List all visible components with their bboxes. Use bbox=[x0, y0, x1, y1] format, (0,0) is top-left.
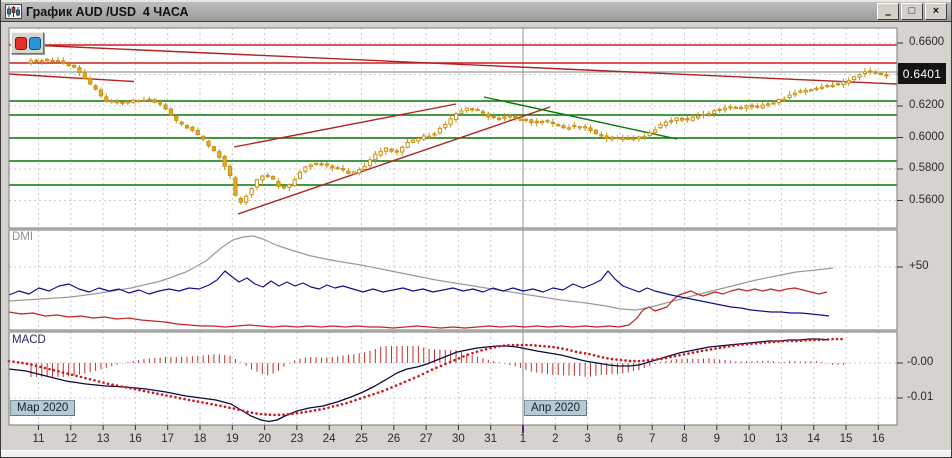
candlestick-chart-icon bbox=[5, 4, 22, 19]
time-axis-label: 2 bbox=[552, 433, 559, 445]
time-axis-label: 18 bbox=[193, 433, 207, 445]
time-axis-label: 25 bbox=[355, 433, 368, 445]
macd-panel[interactable] bbox=[9, 332, 897, 425]
price-axis-label: 0.5600 bbox=[909, 193, 945, 206]
time-axis-label: 24 bbox=[322, 433, 336, 445]
chart-canvas[interactable] bbox=[1, 0, 952, 458]
time-axis-label: 30 bbox=[451, 433, 465, 445]
window-titlebar[interactable]: График AUD /USD 4 ЧАСА – □ × bbox=[1, 0, 951, 22]
time-axis-label: 9 bbox=[713, 433, 720, 445]
macd-panel-label: MACD bbox=[12, 334, 46, 346]
blue-marker-button[interactable] bbox=[29, 36, 41, 50]
time-axis-label: 1 bbox=[519, 433, 527, 445]
time-axis-label: 12 bbox=[64, 433, 78, 445]
price-axis-label: 0.6200 bbox=[909, 99, 945, 111]
time-axis-label: 17 bbox=[161, 433, 175, 445]
time-axis-label: 11 bbox=[32, 433, 45, 445]
macd-axis-label: -0.01 bbox=[907, 391, 934, 403]
time-axis-label: 13 bbox=[774, 433, 788, 445]
dmi-panel-label: DMI bbox=[12, 231, 34, 243]
time-axis-label: 3 bbox=[584, 433, 591, 445]
current-price-badge: 0.6401 bbox=[898, 63, 946, 84]
time-axis-label: 16 bbox=[128, 433, 142, 445]
month-label-march: Мар 2020 bbox=[10, 400, 76, 416]
time-axis-label: 6 bbox=[616, 433, 624, 445]
app-window: График AUD /USD 4 ЧАСА – □ × DMI MACD Ма… bbox=[0, 0, 952, 458]
bottom-scrollbar[interactable] bbox=[1, 450, 951, 457]
time-axis-label: 26 bbox=[387, 433, 401, 445]
time-axis-label: 19 bbox=[225, 433, 239, 445]
macd-axis-label: -0.00 bbox=[907, 356, 934, 368]
price-axis-label: 0.6600 bbox=[909, 36, 945, 48]
main-panel[interactable] bbox=[9, 28, 897, 228]
time-axis-label: 27 bbox=[419, 433, 433, 445]
time-axis-label: 15 bbox=[839, 433, 853, 445]
time-axis-label: 14 bbox=[807, 433, 821, 445]
time-axis-label: 20 bbox=[258, 433, 271, 445]
time-axis-label: 13 bbox=[96, 433, 110, 445]
month-label-april: Апр 2020 bbox=[524, 400, 588, 416]
close-button[interactable]: × bbox=[925, 3, 947, 20]
time-axis-label: 10 bbox=[742, 433, 756, 445]
price-axis-label: 0.6000 bbox=[909, 130, 945, 143]
maximize-button[interactable]: □ bbox=[901, 3, 923, 20]
time-axis-label: 7 bbox=[648, 433, 656, 445]
minimize-button[interactable]: – bbox=[877, 3, 899, 21]
time-axis-label: 8 bbox=[681, 433, 688, 445]
window-title: График AUD /USD 4 ЧАСА bbox=[26, 4, 189, 19]
price-axis-label: 0.5800 bbox=[909, 162, 945, 174]
red-marker-button[interactable] bbox=[15, 36, 27, 50]
time-axis-label: 16 bbox=[871, 433, 885, 445]
dmi-axis-label: +50 bbox=[909, 260, 929, 272]
time-axis-label: 23 bbox=[290, 433, 304, 445]
chart-mini-toolbar bbox=[11, 32, 44, 54]
dmi-panel[interactable] bbox=[9, 230, 897, 330]
time-axis-label: 31 bbox=[484, 433, 498, 445]
